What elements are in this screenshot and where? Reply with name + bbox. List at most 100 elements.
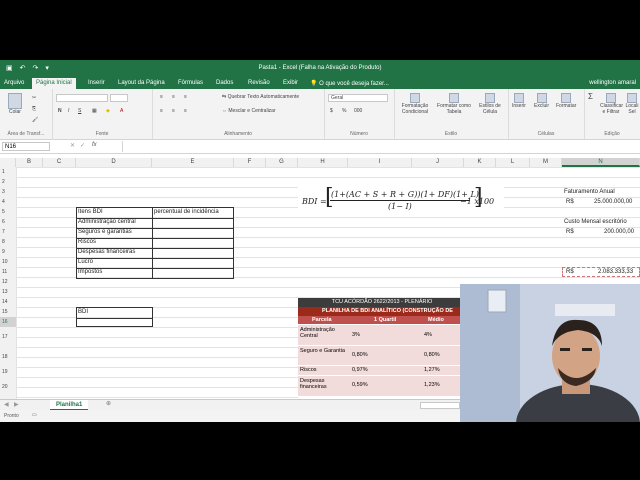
enter-icon[interactable]: ✓: [80, 142, 85, 149]
delete-cells-button[interactable]: Excluir: [534, 93, 549, 109]
insert-cells-button[interactable]: Inserir: [512, 93, 526, 109]
comma-icon[interactable]: 000: [354, 108, 362, 114]
row-header[interactable]: 13: [0, 287, 16, 297]
format-painter-icon[interactable]: 🖌: [32, 117, 38, 123]
cell-e5[interactable]: percentual de incidência: [154, 207, 219, 217]
cell-d6[interactable]: Administração central: [78, 217, 136, 227]
tell-me-box[interactable]: 💡 O que você deseja fazer...: [310, 80, 389, 87]
cell-d11[interactable]: Impostos: [78, 267, 102, 277]
cell-d5[interactable]: Itens BDI: [78, 207, 103, 217]
bdi-formula-image[interactable]: BDI = [ (1+(AC + S + R + G))(1+ DF)(1+ L…: [298, 185, 504, 217]
column-header[interactable]: L: [496, 158, 530, 167]
column-header[interactable]: D: [76, 158, 152, 167]
row-header[interactable]: 3: [0, 187, 16, 197]
borders-icon[interactable]: ▦: [92, 108, 97, 114]
row-header[interactable]: 6: [0, 217, 16, 227]
merge-center-button[interactable]: ⇔ Mesclar e Centralizar: [222, 108, 276, 114]
cancel-icon[interactable]: ✕: [70, 142, 75, 149]
format-cells-button[interactable]: Formatar: [556, 93, 576, 109]
macro-record-icon[interactable]: ▭: [32, 412, 37, 418]
column-header[interactable]: M: [530, 158, 562, 167]
fill-color-icon[interactable]: ◆: [106, 108, 110, 114]
cell-n4-currency[interactable]: R$: [566, 197, 574, 207]
column-header[interactable]: G: [266, 158, 298, 167]
row-header[interactable]: 14: [0, 297, 16, 307]
align-bottom-icon[interactable]: ≡: [184, 94, 187, 100]
italic-button[interactable]: I: [68, 108, 69, 114]
font-color-icon[interactable]: A: [120, 108, 123, 114]
cell-n6[interactable]: Custo Mensal escritório: [564, 217, 627, 227]
row-header[interactable]: 7: [0, 227, 16, 237]
cell-n7-currency[interactable]: R$: [566, 227, 574, 237]
row-header[interactable]: 2: [0, 177, 16, 187]
row-header[interactable]: 4: [0, 197, 16, 207]
format-table-button[interactable]: Formatar como Tabela: [436, 93, 472, 115]
row-header[interactable]: 5: [0, 207, 16, 217]
align-middle-icon[interactable]: ≡: [172, 94, 175, 100]
number-format-box[interactable]: Geral: [328, 94, 388, 102]
cell-n3[interactable]: Faturamento Anual: [564, 187, 615, 197]
column-header[interactable]: K: [464, 158, 496, 167]
align-left-icon[interactable]: ≡: [160, 108, 163, 114]
align-center-icon[interactable]: ≡: [172, 108, 175, 114]
add-sheet-icon[interactable]: ⊕: [106, 400, 111, 407]
column-header[interactable]: H: [298, 158, 348, 167]
insert-function-icon[interactable]: fx: [92, 142, 97, 148]
column-header[interactable]: C: [43, 158, 76, 167]
copy-icon[interactable]: ⎘: [32, 106, 36, 112]
tab-exibir[interactable]: Exibir: [283, 80, 298, 86]
paste-button[interactable]: Colar: [8, 93, 22, 115]
row-header[interactable]: 20: [0, 377, 16, 397]
conditional-formatting-button[interactable]: Formatação Condicional: [398, 93, 432, 115]
cell-n7-value[interactable]: 200.000,00: [604, 227, 634, 237]
row-header[interactable]: 9: [0, 247, 16, 257]
tab-formulas[interactable]: Fórmulas: [178, 80, 203, 86]
column-header-selected[interactable]: N: [562, 158, 640, 167]
row-header[interactable]: 18: [0, 347, 16, 367]
formula-input[interactable]: [122, 141, 640, 152]
sort-filter-button[interactable]: Classificar e Filtrar: [600, 93, 623, 115]
tab-dados[interactable]: Dados: [216, 80, 233, 86]
column-header[interactable]: B: [16, 158, 43, 167]
name-box[interactable]: N16: [2, 142, 50, 151]
tab-revisao[interactable]: Revisão: [248, 80, 270, 86]
row-header[interactable]: 10: [0, 257, 16, 267]
row-header-selected[interactable]: 16: [0, 317, 16, 327]
select-all-corner[interactable]: [0, 158, 16, 167]
user-name[interactable]: wellington amaral: [589, 80, 636, 86]
percent-icon[interactable]: %: [342, 108, 346, 114]
horizontal-scrollbar[interactable]: [420, 402, 460, 409]
next-sheet-icon[interactable]: ▶: [14, 401, 19, 408]
row-header[interactable]: 1: [0, 167, 16, 177]
row-header[interactable]: 8: [0, 237, 16, 247]
cell-d9[interactable]: Despesas financeiras: [78, 247, 135, 257]
wrap-text-button[interactable]: ⇆ Quebrar Texto Automaticamente: [222, 94, 299, 100]
prev-sheet-icon[interactable]: ◀: [4, 401, 9, 408]
font-size-box[interactable]: [110, 94, 128, 102]
column-header[interactable]: E: [152, 158, 234, 167]
align-right-icon[interactable]: ≡: [184, 108, 187, 114]
row-header[interactable]: 12: [0, 277, 16, 287]
cell-styles-button[interactable]: Estilos de Célula: [476, 93, 504, 115]
cell-d10[interactable]: Lucro: [78, 257, 93, 267]
align-top-icon[interactable]: ≡: [160, 94, 163, 100]
tcu-table-image[interactable]: TCU ACÓRDÃO 2622/2013 - PLENÁRIO PLANILH…: [298, 298, 466, 408]
row-header[interactable]: 11: [0, 267, 16, 277]
find-select-button[interactable]: Locali Sel: [624, 93, 640, 115]
row-header[interactable]: 19: [0, 367, 16, 377]
currency-icon[interactable]: $: [330, 108, 333, 114]
underline-button[interactable]: S: [78, 108, 81, 114]
tab-inserir[interactable]: Inserir: [88, 80, 105, 86]
autosum-icon[interactable]: Σ: [588, 92, 593, 101]
tab-layout[interactable]: Layout da Página: [118, 80, 165, 86]
tab-arquivo[interactable]: Arquivo: [4, 80, 24, 86]
font-name-box[interactable]: [56, 94, 108, 102]
column-header[interactable]: I: [348, 158, 412, 167]
row-header[interactable]: 15: [0, 307, 16, 317]
cell-n4-value[interactable]: 25.000.000,00: [594, 197, 632, 207]
cell-d15[interactable]: BDI: [78, 307, 88, 317]
row-header[interactable]: 17: [0, 327, 16, 347]
tab-pagina-inicial[interactable]: Página Inicial: [32, 78, 76, 89]
column-header[interactable]: F: [234, 158, 266, 167]
bold-button[interactable]: N: [58, 108, 62, 114]
